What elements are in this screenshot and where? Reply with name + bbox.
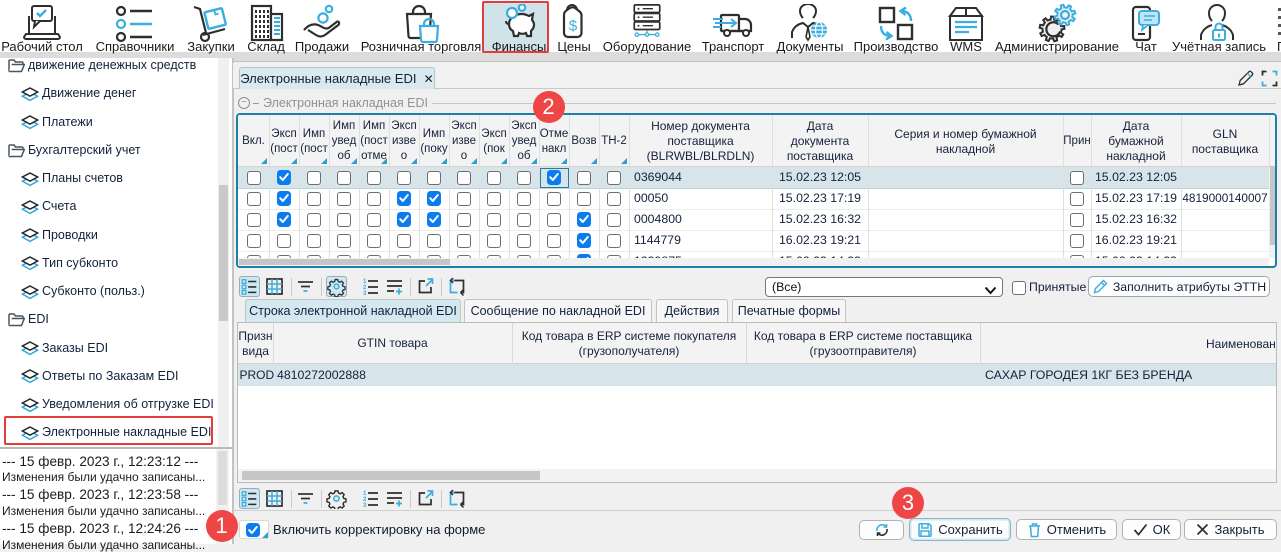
svg-text:$: $ [569,18,578,35]
svg-text:3: 3 [363,503,367,509]
svg-text:3: 3 [363,291,367,297]
